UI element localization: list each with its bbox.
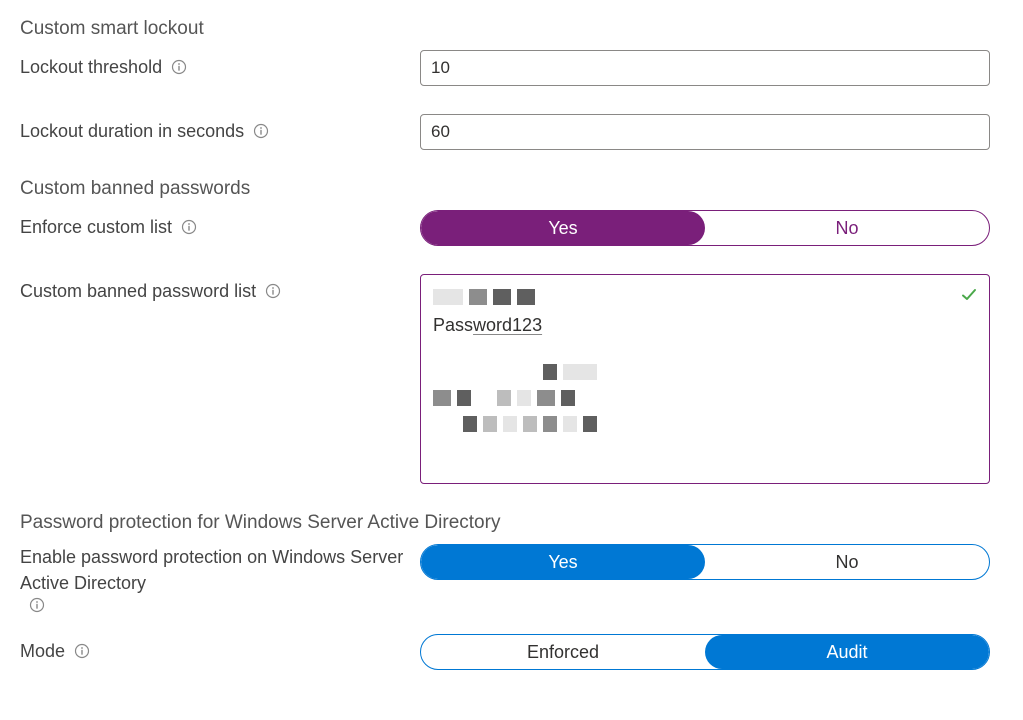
redacted-entry — [463, 416, 953, 432]
toggle-option-enforced[interactable]: Enforced — [421, 635, 705, 669]
banned-list-entry: Password123 — [433, 315, 953, 336]
label-text: Enable password protection on Windows Se… — [20, 544, 420, 596]
label-lockout-threshold: Lockout threshold — [20, 50, 420, 80]
enforce-custom-list-toggle[interactable]: Yes No — [420, 210, 990, 246]
enable-protection-toggle[interactable]: Yes No — [420, 544, 990, 580]
label-mode: Mode — [20, 634, 420, 664]
mode-toggle[interactable]: Enforced Audit — [420, 634, 990, 670]
redacted-entry — [433, 289, 953, 305]
section-title-smart-lockout: Custom smart lockout — [20, 18, 1003, 40]
toggle-option-no[interactable]: No — [705, 545, 989, 579]
label-enforce-custom-list: Enforce custom list — [20, 210, 420, 240]
info-icon[interactable] — [73, 642, 91, 660]
toggle-option-audit[interactable]: Audit — [705, 635, 989, 669]
info-icon[interactable] — [252, 122, 270, 140]
section-title-banned-passwords: Custom banned passwords — [20, 178, 1003, 200]
lockout-threshold-input[interactable] — [420, 50, 990, 86]
label-text: Lockout threshold — [20, 54, 162, 80]
info-icon[interactable] — [170, 58, 188, 76]
lockout-duration-input[interactable] — [420, 114, 990, 150]
label-text: Enforce custom list — [20, 214, 172, 240]
label-enable-protection: Enable password protection on Windows Se… — [20, 544, 420, 614]
info-icon[interactable] — [180, 218, 198, 236]
info-icon[interactable] — [28, 596, 46, 614]
check-icon — [959, 285, 979, 310]
redacted-entry — [543, 364, 953, 380]
redacted-entry — [433, 390, 953, 406]
label-text: Custom banned password list — [20, 278, 256, 304]
label-lockout-duration: Lockout duration in seconds — [20, 114, 420, 144]
toggle-option-no[interactable]: No — [705, 211, 989, 245]
custom-banned-list-textarea[interactable]: Password123 — [420, 274, 990, 484]
info-icon[interactable] — [264, 282, 282, 300]
label-text: Lockout duration in seconds — [20, 118, 244, 144]
label-custom-banned-list: Custom banned password list — [20, 274, 420, 304]
toggle-option-yes[interactable]: Yes — [421, 211, 705, 245]
toggle-option-yes[interactable]: Yes — [421, 545, 705, 579]
label-text: Mode — [20, 638, 65, 664]
section-title-password-protection: Password protection for Windows Server A… — [20, 512, 1003, 534]
